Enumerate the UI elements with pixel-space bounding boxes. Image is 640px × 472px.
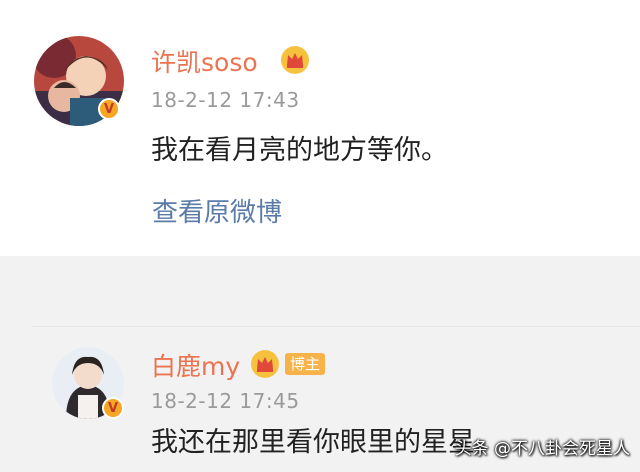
- source-watermark: 头条 @不八卦会死星人: [454, 439, 630, 459]
- reply-text: 我还在那里看你眼里的星星: [151, 427, 475, 458]
- blogger-tag: 博主: [285, 353, 326, 375]
- vip-crown-icon: [281, 46, 309, 74]
- verified-badge-icon: V: [98, 98, 120, 120]
- post-timestamp: 18-2-12 17:43: [151, 88, 300, 112]
- verified-badge-icon: V: [102, 397, 124, 419]
- post-text: 我在看月亮的地方等你。: [151, 135, 448, 166]
- reply-username[interactable]: 白鹿my: [151, 352, 240, 382]
- reply-timestamp: 18-2-12 17:45: [151, 389, 300, 413]
- reply-avatar[interactable]: V: [52, 347, 124, 419]
- reply-divider: [32, 326, 640, 327]
- vip-crown-icon: [251, 350, 279, 378]
- post-username[interactable]: 许凯soso: [151, 48, 258, 78]
- post-avatar[interactable]: V: [34, 36, 124, 126]
- view-original-link[interactable]: 查看原微博: [152, 197, 282, 229]
